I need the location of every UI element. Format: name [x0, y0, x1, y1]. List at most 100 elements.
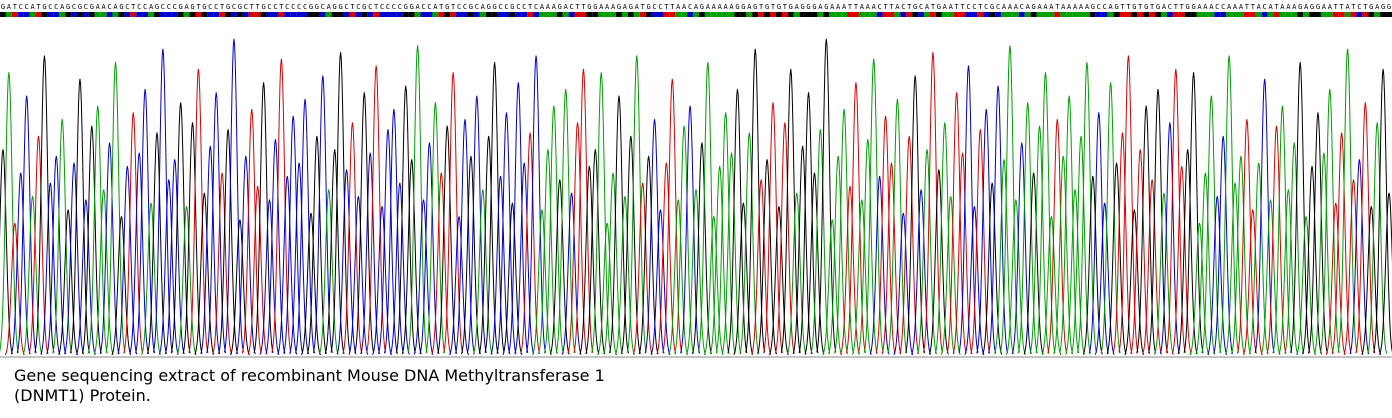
- trace-peak-C: [40, 182, 61, 355]
- trace-peak-A: [940, 196, 961, 355]
- base-color-tick: [870, 12, 877, 17]
- trace-peak-A: [721, 152, 742, 355]
- base-color-tick: [462, 12, 468, 17]
- trace-lines: [0, 38, 1392, 356]
- base-call-C: C: [421, 3, 425, 11]
- base-call-G: G: [261, 3, 265, 11]
- base-color-tick: [396, 12, 403, 17]
- base-color-tick: [491, 12, 498, 17]
- base-call-T: T: [978, 3, 983, 11]
- base-color-tick: [1315, 12, 1321, 17]
- base-call-C: C: [303, 3, 307, 11]
- trace-peak-C: [277, 176, 298, 355]
- base-call-A: A: [546, 3, 551, 11]
- base-call-T: T: [256, 3, 261, 11]
- base-color-tick: [977, 12, 984, 17]
- base-color-tick: [805, 12, 812, 17]
- base-call-T: T: [581, 3, 586, 11]
- trace-peak-T: [845, 82, 866, 354]
- base-color-tick: [195, 12, 202, 17]
- base-color-tick: [296, 12, 303, 17]
- trace-peak-A: [1053, 155, 1074, 355]
- base-color-tick: [343, 12, 350, 17]
- base-color-tick: [539, 12, 545, 17]
- base-call-A: A: [1345, 3, 1350, 11]
- base-call-A: A: [836, 3, 841, 11]
- trace-peak-A: [994, 159, 1014, 355]
- base-call-G: G: [812, 3, 816, 11]
- base-color-tick: [319, 12, 326, 17]
- base-call-A: A: [718, 3, 723, 11]
- base-color-tick: [550, 12, 557, 17]
- base-color-tick: [900, 12, 907, 17]
- base-color-tick: [829, 12, 836, 17]
- base-call-T: T: [783, 3, 788, 11]
- base-call-A: A: [149, 3, 154, 11]
- base-call-G: G: [202, 3, 206, 11]
- base-color-tick: [1166, 12, 1173, 17]
- base-color-tick: [1356, 12, 1363, 17]
- base-color-tick: [912, 12, 919, 17]
- base-call-G: G: [226, 3, 230, 11]
- base-color-tick: [1078, 12, 1084, 17]
- base-call-C: C: [356, 3, 360, 11]
- base-color-tick: [248, 12, 255, 17]
- base-call-A: A: [605, 3, 610, 11]
- caption-line-1: Gene sequencing extract of recombinant M…: [14, 366, 605, 385]
- base-call-T: T: [1126, 3, 1131, 11]
- base-call-A: A: [481, 3, 486, 11]
- base-color-tick: [811, 12, 818, 17]
- base-color-tick: [29, 12, 36, 17]
- base-color-tick: [971, 12, 978, 17]
- base-color-tick: [385, 12, 391, 17]
- base-color-tick: [663, 12, 670, 17]
- base-call-G: G: [1298, 3, 1302, 11]
- base-color-tick: [1190, 12, 1197, 17]
- base-call-G: G: [1369, 3, 1373, 11]
- base-color-tick: [823, 12, 830, 17]
- base-color-tick: [1048, 12, 1055, 17]
- base-call-A: A: [1002, 3, 1007, 11]
- base-color-tick: [1024, 12, 1031, 17]
- base-color-tick: [989, 12, 996, 17]
- base-color-tick: [219, 12, 226, 17]
- base-call-C: C: [208, 3, 212, 11]
- base-call-T: T: [1245, 3, 1250, 11]
- base-color-tick: [355, 12, 362, 17]
- base-color-tick: [562, 12, 569, 17]
- base-color-tick: [918, 12, 925, 17]
- base-call-G: G: [629, 3, 633, 11]
- base-color-tick: [1214, 12, 1221, 17]
- base-color-tick: [947, 12, 954, 17]
- base-call-A: A: [1268, 3, 1273, 11]
- base-call-G: G: [510, 3, 514, 11]
- base-color-tick: [847, 12, 853, 17]
- base-call-C: C: [1215, 3, 1219, 11]
- base-call-T: T: [907, 3, 912, 11]
- base-color-tick: [598, 12, 605, 17]
- base-call-T: T: [1351, 3, 1356, 11]
- trace-peak-C: [336, 169, 357, 355]
- base-call-G: G: [309, 3, 313, 11]
- base-color-tick: [337, 12, 344, 17]
- base-call-A: A: [1227, 3, 1232, 11]
- base-call-T: T: [759, 3, 764, 11]
- trace-peak-G: [982, 182, 1003, 355]
- base-call-A: A: [1209, 3, 1214, 11]
- base-call-A: A: [327, 3, 332, 11]
- base-call-C: C: [48, 3, 52, 11]
- base-color-tick: [864, 12, 871, 17]
- trace-peak-T: [247, 186, 268, 355]
- trace-peak-A: [1225, 182, 1245, 355]
- base-color-tick: [1374, 12, 1381, 17]
- trace-peak-G: [549, 179, 570, 355]
- trace-peak-G: [928, 169, 949, 355]
- base-call-G: G: [492, 3, 496, 11]
- base-call-C: C: [688, 3, 692, 11]
- base-call-G: G: [445, 3, 449, 11]
- base-color-tick: [1309, 12, 1315, 17]
- base-color-tick: [651, 12, 658, 17]
- trace-peak-T: [632, 182, 653, 355]
- base-call-A: A: [433, 3, 438, 11]
- figure-caption: Gene sequencing extract of recombinant M…: [14, 366, 734, 406]
